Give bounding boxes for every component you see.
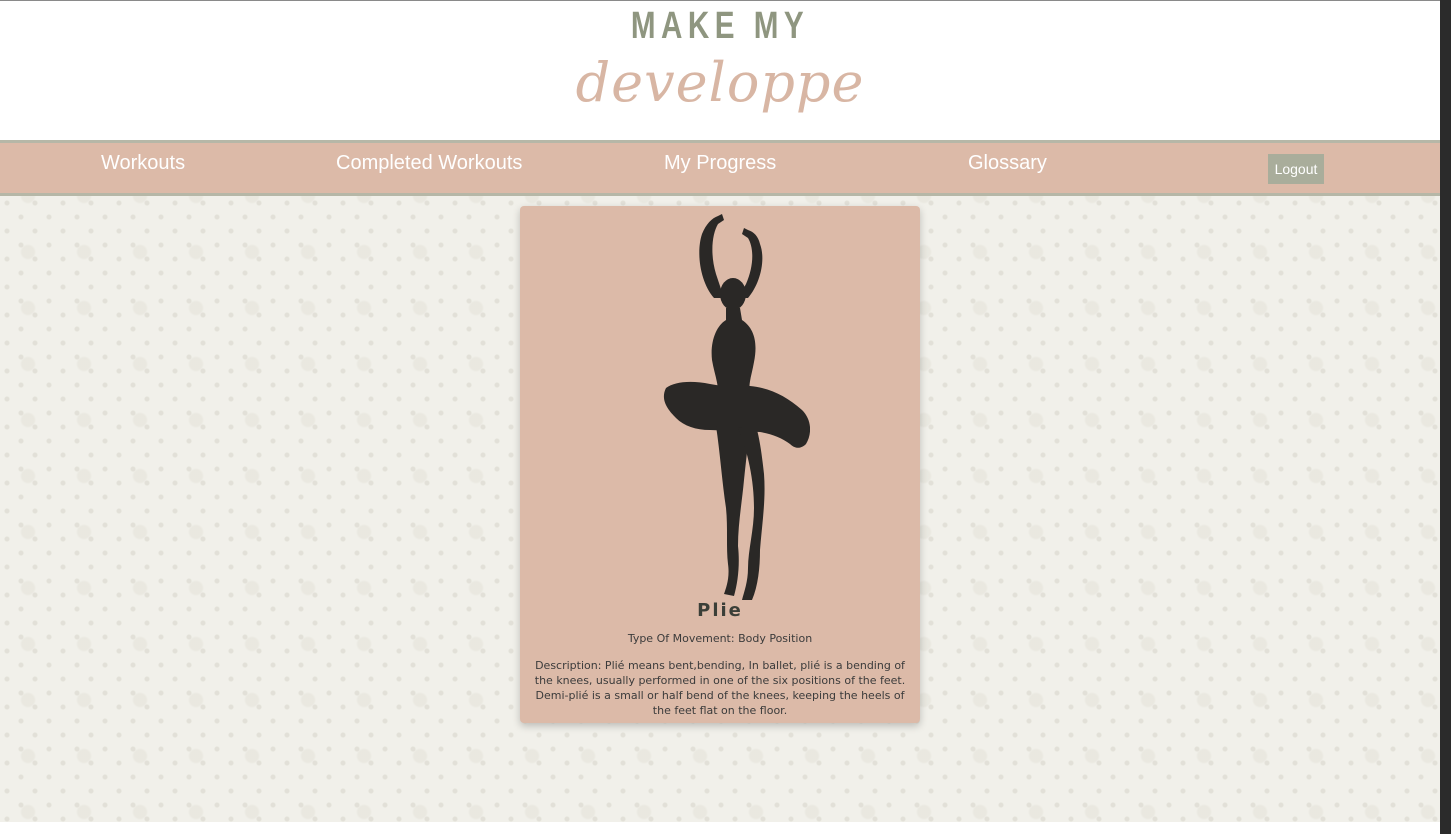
ballerina-silhouette-icon — [663, 214, 810, 600]
window-edge-gutter — [1440, 0, 1451, 834]
movement-description: Description: Plié means bent,bending, In… — [534, 659, 906, 717]
movement-title: Plie — [697, 600, 743, 621]
nav-item-glossary[interactable]: Glossary — [968, 152, 1047, 175]
app-background: MAKE MY developpe Workouts Completed Wor… — [0, 0, 1440, 822]
brand-header: MAKE MY developpe — [0, 0, 1440, 140]
main-nav: Workouts Completed Workouts My Progress … — [0, 140, 1440, 196]
nav-item-completed-workouts[interactable]: Completed Workouts — [336, 152, 522, 175]
logout-button[interactable]: Logout — [1268, 154, 1324, 184]
nav-item-workouts[interactable]: Workouts — [101, 152, 185, 175]
logo-title-top: MAKE MY — [630, 5, 810, 47]
page-bottom-strip — [0, 822, 1440, 834]
logo-title-script: developpe — [575, 51, 865, 114]
nav-item-my-progress[interactable]: My Progress — [664, 152, 776, 175]
movement-type: Type Of Movement: Body Position — [627, 632, 813, 645]
movement-card: Plie Type Of Movement: Body Position Des… — [520, 206, 920, 723]
